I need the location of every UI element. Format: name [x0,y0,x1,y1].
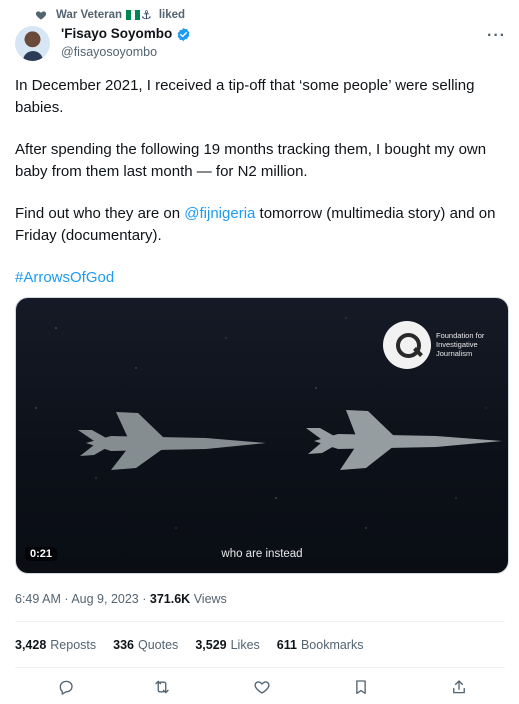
logo-text-line-3: Journalism [436,349,473,358]
reposts-stat[interactable]: 3,428 Reposts [15,636,96,654]
anchor-icon: ⚓ [141,8,152,22]
tweet-meta: 6:49 AM · Aug 9, 2023 · 371.6K Views [15,590,227,608]
avatar[interactable] [15,26,50,61]
tweet-date[interactable]: Aug 9, 2023 [71,592,138,606]
views-count: 371.6K [149,592,191,606]
meta-separator: · [64,592,69,606]
liked-label: liked [158,9,186,21]
share-button[interactable] [448,676,470,698]
reposts-label: Reposts [50,638,97,652]
tweet-paragraph-3: Find out who they are on @fijnigeria tom… [15,203,507,247]
logo-text: Foundation for Investigative Journalism [436,331,506,358]
tweet-paragraph-1: In December 2021, I received a tip-off t… [15,77,475,116]
bookmark-icon [356,680,366,695]
share-icon [453,680,465,694]
logo-text-line-1: Foundation for [436,331,485,340]
reply-button[interactable] [55,676,77,698]
views-label: Views [193,592,227,606]
nigeria-flag-icon [126,10,141,20]
social-context: War Veteran ⚓ liked [35,7,186,23]
like-button[interactable] [251,676,273,698]
likes-label: Likes [230,638,260,652]
reposts-count: 3,428 [15,638,47,652]
bookmarks-label: Bookmarks [300,638,364,652]
author-handle[interactable]: @fisayosoyombo [61,43,191,61]
hashtag-link[interactable]: #ArrowsOfGod [15,267,507,289]
jet-left [78,412,266,470]
like-icon [254,681,270,694]
quotes-count: 336 [113,638,134,652]
logo-text-line-2: Investigative [436,340,478,349]
author-block: 'Fisayo Soyombo @fisayosoyombo [61,25,191,61]
fij-logo-icon [383,321,431,369]
repost-icon [155,680,169,694]
mention-link[interactable]: @fijnigeria [184,205,255,222]
video-caption: who are instead [221,548,303,560]
action-bar [15,676,505,700]
engagement-stats: 3,428 Reposts 336 Quotes 3,529 Likes 611… [15,636,380,654]
bookmark-button[interactable] [350,676,372,698]
display-name-row[interactable]: 'Fisayo Soyombo [61,25,191,43]
likes-count: 3,529 [195,638,227,652]
divider-top [15,621,505,622]
quotes-stat[interactable]: 336 Quotes [113,636,178,654]
repost-button[interactable] [151,676,173,698]
likes-stat[interactable]: 3,529 Likes [195,636,259,654]
tweet-paragraph-2: After spending the following 19 months t… [15,141,487,180]
liker-name[interactable]: War Veteran [56,9,122,21]
bookmarks-stat[interactable]: 611 Bookmarks [277,636,364,654]
display-name[interactable]: 'Fisayo Soyombo [61,25,172,43]
paragraph-3-text-start: Find out who they are on [15,205,185,222]
video-player[interactable]: Foundation for Investigative Journalism … [15,297,509,574]
divider-bottom [15,667,505,668]
tweet-time[interactable]: 6:49 AM [15,592,61,606]
quotes-label: Quotes [138,638,179,652]
reply-icon [59,680,73,695]
bookmarks-count: 611 [276,638,297,652]
tweet-text: In December 2021, I received a tip-off t… [15,75,507,309]
video-timer: 0:21 [25,547,58,561]
more-options-icon[interactable]: ··· [487,27,506,45]
verified-badge-icon [177,27,190,41]
meta-separator: · [142,592,147,606]
heart-icon [35,11,47,20]
jet-right [306,410,502,470]
